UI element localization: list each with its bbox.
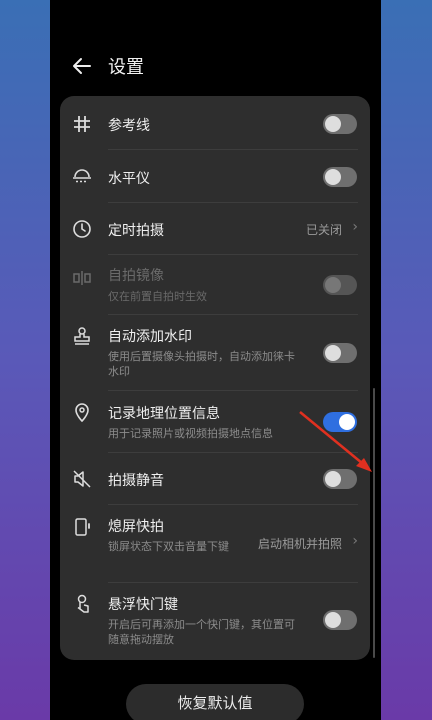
reset-defaults-button[interactable]: 恢复默认值 (126, 684, 304, 720)
setting-label: 参考线 (108, 118, 150, 134)
annotation-arrow (299, 411, 372, 472)
level-toggle[interactable] (323, 167, 357, 187)
setting-label: 定时拍摄 (108, 223, 164, 239)
phone-screen: 设置 参考线 水平仪 定时拍摄 已关闭 › 自拍镜像 仅在前置自拍时生效 自动添… (50, 0, 381, 720)
screen-off-icon (71, 516, 93, 538)
header: 设置 (50, 44, 381, 88)
hash-icon (71, 113, 93, 135)
setting-label: 水平仪 (108, 171, 150, 187)
settings-list: 参考线 水平仪 定时拍摄 已关闭 › 自拍镜像 仅在前置自拍时生效 自动添加水印… (60, 96, 370, 660)
setting-label: 拍摄静音 (108, 473, 164, 489)
mute-icon (71, 468, 93, 490)
setting-label: 自拍镜像 (108, 268, 164, 284)
back-arrow-icon[interactable] (70, 54, 94, 78)
setting-row-timer[interactable]: 定时拍摄 已关闭 › (60, 203, 370, 255)
page-title: 设置 (108, 57, 144, 78)
location-icon (71, 401, 93, 423)
setting-description: 用于记录照片或视频拍摄地点信息 (108, 427, 273, 440)
stamp-icon (71, 325, 93, 347)
setting-description: 锁屏状态下双击音量下键 (108, 540, 229, 553)
timer-value: 已关闭 (305, 223, 342, 237)
floating-shutter-toggle[interactable] (323, 610, 357, 630)
chevron-right-icon: › (352, 219, 358, 235)
setting-row-floating-shutter[interactable]: 悬浮快门键 开启后可再添加一个快门键，其位置可随意拖动摆放 (60, 583, 370, 660)
mirror-icon (71, 267, 93, 289)
setting-description: 开启后可再添加一个快门键，其位置可随意拖动摆放 (108, 618, 295, 646)
setting-row-selfie-mirror: 自拍镜像 仅在前置自拍时生效 (60, 255, 370, 315)
floating-shutter-icon (71, 593, 93, 615)
grid-lines-toggle[interactable] (323, 114, 357, 134)
selfie-mirror-toggle (323, 275, 357, 295)
setting-description: 仅在前置自拍时生效 (108, 290, 207, 303)
setting-label: 记录地理位置信息 (108, 406, 220, 422)
setting-label: 自动添加水印 (108, 329, 192, 345)
timer-icon (71, 218, 93, 240)
setting-label: 熄屏快拍 (108, 519, 164, 535)
watermark-toggle[interactable] (323, 343, 357, 363)
setting-row-screen-off-snap[interactable]: 熄屏快拍 锁屏状态下双击音量下键 启动相机并拍照 › (60, 505, 370, 583)
screen-off-snap-value: 启动相机并拍照 (257, 537, 342, 551)
setting-description: 使用后置摄像头拍摄时，自动添加徕卡水印 (108, 350, 295, 378)
setting-row-watermark[interactable]: 自动添加水印 使用后置摄像头拍摄时，自动添加徕卡水印 (60, 315, 370, 391)
level-icon (71, 166, 93, 188)
setting-label: 悬浮快门键 (108, 597, 178, 613)
setting-row-grid-lines[interactable]: 参考线 (60, 96, 370, 150)
chevron-right-icon: › (352, 533, 358, 549)
setting-row-level[interactable]: 水平仪 (60, 150, 370, 203)
